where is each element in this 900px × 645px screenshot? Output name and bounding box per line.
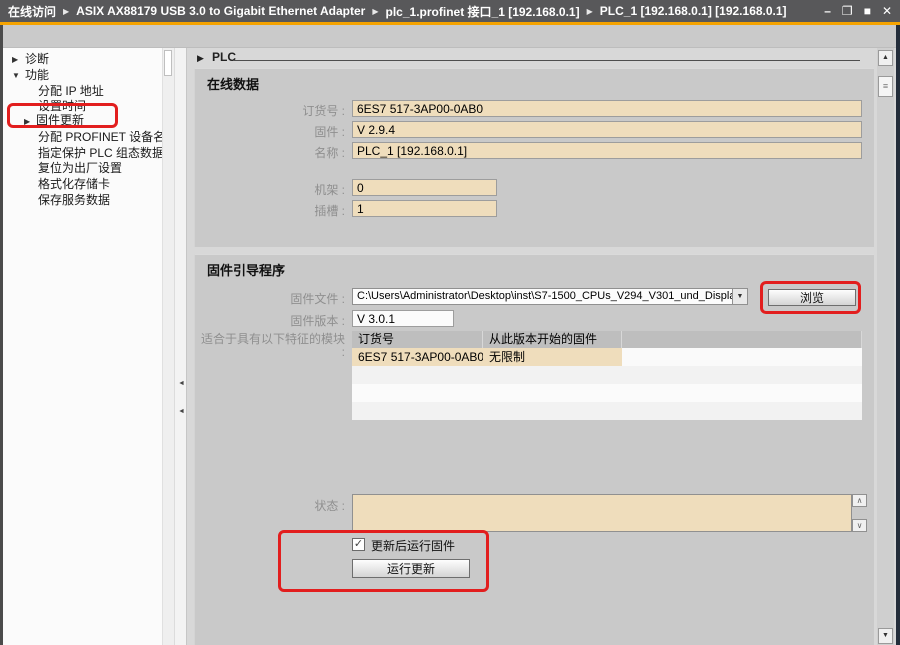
chevron-down-icon[interactable]: ▼ bbox=[12, 71, 20, 80]
firmware-version-label: 固件版本 : bbox=[200, 312, 345, 329]
table-empty-row bbox=[352, 402, 862, 420]
status-scroll-up-icon[interactable]: ∧ bbox=[852, 494, 867, 507]
device-name-field[interactable] bbox=[352, 142, 862, 159]
dropdown-arrow-icon[interactable]: ▼ bbox=[732, 289, 747, 304]
splitter-collapse-icon[interactable]: ◄ bbox=[178, 408, 185, 415]
window-titlebar: 在线访问 ▶ ASIX AX88179 USB 3.0 to Gigabit E… bbox=[0, 0, 900, 22]
chevron-right-icon[interactable]: ▶ bbox=[24, 117, 30, 126]
cell-firmware-from-version: 无限制 bbox=[483, 348, 622, 366]
slot-field[interactable] bbox=[352, 200, 497, 217]
table-row[interactable]: 6ES7 517-3AP00-0AB0 无限制 bbox=[352, 348, 862, 366]
sidebar-scrollbar-thumb[interactable] bbox=[164, 50, 172, 76]
close-icon[interactable]: ✕ bbox=[882, 4, 892, 18]
suitable-modules-label: 适合于具有以下特征的模块 : bbox=[195, 333, 345, 359]
slot-label: 插槽 : bbox=[200, 202, 345, 219]
online-data-title: 在线数据 bbox=[207, 74, 259, 93]
sidebar-scrollbar[interactable] bbox=[162, 48, 174, 645]
header-firmware-from-version: 从此版本开始的固件 bbox=[483, 331, 622, 348]
plc-section-arrow-icon[interactable]: ▶ bbox=[197, 53, 204, 64]
firmware-file-label: 固件文件 : bbox=[200, 290, 345, 307]
firmware-version-field[interactable] bbox=[352, 121, 862, 138]
splitter-collapse-icon[interactable]: ◄ bbox=[178, 380, 185, 387]
sidebar-item-assign-ip[interactable]: 分配 IP 地址 bbox=[38, 84, 104, 98]
status-scroll-down-icon[interactable]: ∨ bbox=[852, 519, 867, 532]
firmware-file-version-field[interactable] bbox=[352, 310, 454, 327]
sidebar-item-firmware-update[interactable]: 固件更新 bbox=[36, 113, 84, 127]
breadcrumb-online-access[interactable]: 在线访问 bbox=[8, 3, 56, 20]
order-number-field[interactable] bbox=[352, 100, 862, 117]
firmware-loader-title: 固件引导程序 bbox=[207, 260, 285, 279]
maximize-icon[interactable]: ■ bbox=[864, 4, 871, 18]
minimize-icon[interactable]: – bbox=[824, 4, 831, 18]
toolbar-strip bbox=[0, 25, 900, 48]
table-empty-row bbox=[352, 384, 862, 402]
sidebar-item-functions[interactable]: 功能 bbox=[25, 68, 49, 82]
firmware-label: 固件 : bbox=[200, 123, 345, 140]
rack-label: 机架 : bbox=[200, 181, 345, 198]
main-scrollbar-thumb[interactable]: ≡ bbox=[878, 76, 893, 97]
firmware-file-combobox[interactable]: C:\Users\Administrator\Desktop\inst\S7-1… bbox=[352, 288, 748, 305]
header-empty bbox=[622, 331, 862, 348]
breadcrumb-separator-icon: ▶ bbox=[372, 7, 378, 16]
status-textarea[interactable] bbox=[352, 494, 852, 532]
order-number-label: 订货号 : bbox=[200, 102, 345, 119]
sidebar-item-save-service-data[interactable]: 保存服务数据 bbox=[38, 193, 110, 207]
plc-section-header: PLC bbox=[212, 50, 236, 64]
breadcrumb-plc[interactable]: PLC_1 [192.168.0.1] [192.168.0.1] bbox=[600, 4, 787, 18]
cell-empty bbox=[622, 348, 862, 366]
breadcrumb-separator-icon: ▶ bbox=[587, 7, 593, 16]
rack-field[interactable] bbox=[352, 179, 497, 196]
run-update-button[interactable]: 运行更新 bbox=[352, 559, 470, 578]
chevron-right-icon[interactable]: ▶ bbox=[12, 55, 18, 64]
window-right-border bbox=[896, 25, 900, 645]
sidebar-item-diagnostics[interactable]: 诊断 bbox=[25, 52, 49, 66]
run-after-update-label: 更新后运行固件 bbox=[371, 537, 455, 554]
status-label: 状态 : bbox=[200, 497, 345, 514]
main-scrollbar[interactable] bbox=[877, 48, 894, 645]
restore-icon[interactable]: ❐ bbox=[842, 4, 853, 18]
header-order-number: 订货号 bbox=[352, 331, 483, 348]
plc-header-rule bbox=[234, 60, 860, 61]
breadcrumb-profinet-interface[interactable]: plc_1.profinet 接口_1 [192.168.0.1] bbox=[386, 3, 580, 20]
sidebar-item-format-memory-card[interactable]: 格式化存储卡 bbox=[38, 177, 110, 191]
sidebar-item-set-time[interactable]: 设置时间 bbox=[38, 99, 86, 113]
breadcrumb-separator-icon: ▶ bbox=[63, 7, 69, 16]
run-after-update-checkbox[interactable]: ✓ bbox=[352, 538, 365, 551]
name-label: 名称 : bbox=[200, 144, 345, 161]
sidebar-item-factory-reset[interactable]: 复位为出厂设置 bbox=[38, 161, 122, 175]
scroll-up-icon[interactable]: ▲ bbox=[878, 50, 893, 66]
sidebar-item-assign-profinet-name[interactable]: 分配 PROFINET 设备名称 bbox=[38, 130, 177, 144]
suitable-modules-table: 订货号 从此版本开始的固件 6ES7 517-3AP00-0AB0 无限制 bbox=[352, 331, 862, 420]
cell-order-number: 6ES7 517-3AP00-0AB0 bbox=[352, 348, 483, 366]
browse-button[interactable]: 浏览 bbox=[768, 289, 856, 306]
scroll-down-icon[interactable]: ▼ bbox=[878, 628, 893, 644]
pane-splitter[interactable]: ◄ ◄ bbox=[174, 48, 187, 645]
table-header-row: 订货号 从此版本开始的固件 bbox=[352, 331, 862, 348]
breadcrumb-adapter[interactable]: ASIX AX88179 USB 3.0 to Gigabit Ethernet… bbox=[76, 4, 365, 18]
function-tree-sidebar: ▶ 诊断 ▼ 功能 分配 IP 地址 设置时间 ▶ 固件更新 分配 PROFIN… bbox=[3, 48, 162, 645]
table-empty-row bbox=[352, 366, 862, 384]
